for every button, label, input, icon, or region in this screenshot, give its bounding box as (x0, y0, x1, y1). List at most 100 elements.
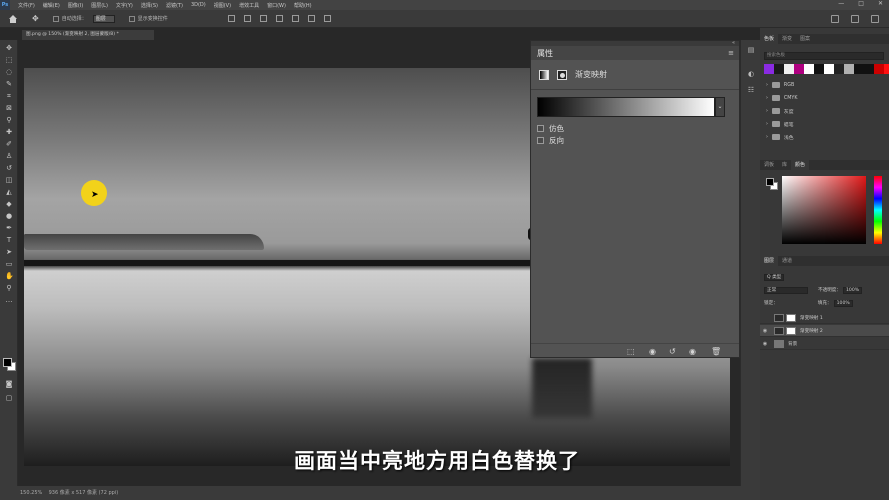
menu-image[interactable]: 图像(I) (68, 2, 83, 9)
gradient-map-icon[interactable] (539, 69, 549, 80)
opacity-input[interactable]: 100% (842, 286, 863, 294)
swatch-group-light[interactable]: › 浅色 (766, 132, 794, 142)
gradient-dropdown-button[interactable]: ⌄ (715, 97, 725, 117)
color-swatch[interactable] (884, 64, 889, 74)
layer-kind-dropdown[interactable]: Q 类型 (764, 273, 785, 281)
menu-select[interactable]: 选择(S) (141, 2, 158, 9)
healing-tool-icon[interactable]: ✚ (5, 128, 13, 136)
layer-mask-icon[interactable] (557, 69, 567, 80)
blur-tool-icon[interactable]: ◆ (5, 200, 13, 208)
align-middle-icon[interactable] (291, 15, 299, 22)
share-icon[interactable] (871, 15, 879, 23)
tab-patterns[interactable]: 图案 (796, 34, 814, 44)
adjustments-panel-icon[interactable]: ◐ (747, 70, 755, 78)
eye-icon[interactable]: ◉ (760, 341, 770, 347)
move-tool-icon[interactable]: ✥ (5, 44, 13, 52)
reverse-checkbox[interactable] (537, 137, 544, 144)
auto-select-checkbox[interactable] (52, 15, 59, 22)
dither-option[interactable]: 仿色 (537, 123, 564, 134)
tab-gradients[interactable]: 渐变 (778, 34, 796, 44)
layer-name[interactable]: 渐变映射 2 (800, 328, 823, 334)
color-swatch[interactable] (814, 64, 824, 74)
properties-panel-icon[interactable]: ☷ (747, 86, 755, 94)
delete-icon[interactable]: 🗑 (711, 347, 721, 356)
visibility-eye-icon[interactable]: ◉ (689, 347, 696, 356)
eraser-tool-icon[interactable]: ◫ (5, 176, 13, 184)
foreground-color-chip[interactable] (766, 178, 774, 186)
color-swatch[interactable] (784, 64, 794, 74)
show-transform-checkbox[interactable] (128, 15, 135, 22)
menu-filter[interactable]: 滤镜(T) (166, 2, 183, 9)
quick-mask-icon[interactable]: ◙ (5, 380, 13, 388)
minimize-button[interactable]: — (838, 0, 844, 7)
align-left-icon[interactable] (227, 15, 235, 22)
menu-type[interactable]: 文字(Y) (116, 2, 133, 9)
crop-tool-icon[interactable]: ⌗ (5, 92, 13, 100)
shape-tool-icon[interactable]: ▭ (5, 260, 13, 268)
color-swatch[interactable] (834, 64, 844, 74)
color-swatch[interactable] (854, 64, 864, 74)
menu-view[interactable]: 视图(V) (214, 2, 231, 9)
color-swatch[interactable] (874, 64, 884, 74)
swatch-group-rgb[interactable]: › RGB (766, 80, 794, 90)
distribute-icon[interactable] (323, 15, 331, 22)
tab-library[interactable]: 库 (778, 160, 791, 170)
color-picker-field[interactable] (782, 176, 866, 244)
reverse-option[interactable]: 反向 (537, 135, 564, 146)
maximize-button[interactable]: □ (858, 0, 864, 7)
dodge-tool-icon[interactable]: ● (5, 212, 13, 220)
document-tab[interactable]: 图.png @ 150% (渐变映射 2, 图层蒙版/8) * (22, 30, 154, 40)
color-swatch[interactable] (794, 64, 804, 74)
hue-slider[interactable] (874, 176, 882, 244)
type-tool-icon[interactable]: T (5, 236, 13, 244)
align-bottom-icon[interactable] (307, 15, 315, 22)
gradient-preview[interactable] (537, 97, 715, 117)
dither-checkbox[interactable] (537, 125, 544, 132)
reset-icon[interactable]: ↺ (669, 347, 676, 356)
search-icon[interactable] (831, 15, 839, 23)
menu-layer[interactable]: 图层(L) (91, 2, 108, 9)
align-top-icon[interactable] (275, 15, 283, 22)
blend-mode-dropdown[interactable]: 正常 (764, 286, 808, 294)
color-swatch[interactable] (764, 64, 774, 74)
auto-select-dropdown[interactable]: 图层 (92, 14, 115, 23)
tab-channels[interactable]: 通道 (778, 256, 796, 266)
color-swatch[interactable] (844, 64, 854, 74)
paint-bucket-icon[interactable]: ◭ (5, 188, 13, 196)
color-swatch[interactable] (804, 64, 814, 74)
layer-row-gradient-map-1[interactable]: 渐变映射 1 (760, 312, 889, 324)
more-tools-icon[interactable]: … (5, 296, 13, 304)
mask-thumb[interactable] (786, 313, 796, 322)
layer-name[interactable]: 背景 (788, 341, 797, 347)
menu-edit[interactable]: 编辑(E) (43, 2, 60, 9)
menu-3d[interactable]: 3D(D) (191, 2, 206, 8)
menu-file[interactable]: 文件(F) (18, 2, 35, 9)
panel-menu-icon[interactable]: ≡ (728, 49, 734, 57)
tab-layers[interactable]: 图层 (760, 256, 779, 266)
swatch-group-cmyk[interactable]: › CMYK (766, 93, 798, 103)
menu-help[interactable]: 帮助(H) (294, 2, 312, 9)
layer-row-gradient-map-2[interactable]: ◉ 渐变映射 2 (760, 325, 889, 337)
zoom-level[interactable]: 150.25% (20, 490, 42, 496)
hand-tool-icon[interactable]: ✋ (5, 272, 14, 280)
align-center-icon[interactable] (243, 15, 251, 22)
menu-plugins[interactable]: 增效工具 (239, 2, 259, 9)
clip-to-layer-icon[interactable]: ⬚ (627, 347, 635, 356)
tab-color[interactable]: 颜色 (791, 160, 810, 170)
pen-tool-icon[interactable]: ✒ (5, 224, 13, 232)
view-previous-icon[interactable]: ◉ (649, 347, 656, 356)
tab-swatches[interactable]: 色板 (760, 34, 779, 44)
color-swatch[interactable] (774, 64, 784, 74)
home-icon[interactable] (8, 14, 18, 24)
eyedropper-tool-icon[interactable]: ⚲ (5, 116, 13, 124)
layer-name[interactable]: 渐变映射 1 (800, 315, 823, 321)
eye-icon[interactable]: ◉ (760, 328, 770, 334)
history-panel-icon[interactable]: ▤ (747, 46, 755, 54)
swatch-group-gray[interactable]: › 灰度 (766, 106, 794, 116)
color-swatch[interactable] (864, 64, 874, 74)
lasso-tool-icon[interactable]: ◌ (5, 68, 13, 76)
color-swatch[interactable] (824, 64, 834, 74)
close-button[interactable]: ✕ (878, 0, 883, 7)
zoom-tool-icon[interactable]: ⚲ (5, 284, 13, 292)
layer-row-background[interactable]: ◉ 背景 (760, 338, 889, 350)
